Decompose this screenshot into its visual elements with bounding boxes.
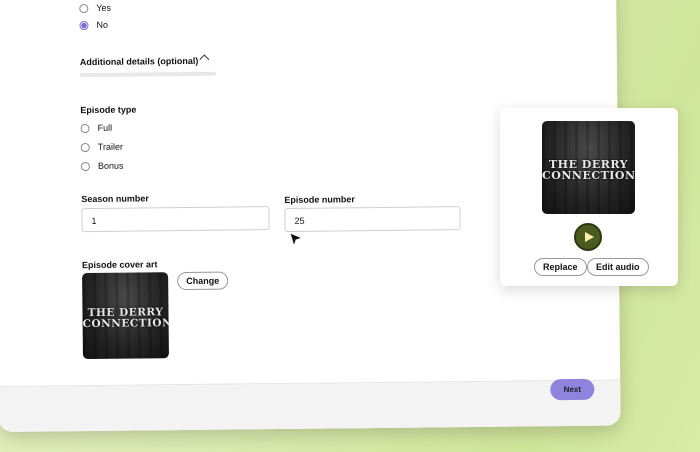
radio-label: Yes	[96, 2, 112, 13]
radio-label: No	[96, 19, 109, 30]
radio-option-yes[interactable]: Yes	[79, 3, 111, 13]
section-divider	[79, 71, 217, 78]
radio-option-bonus[interactable]: Bonus	[80, 160, 124, 171]
radio-option-trailer[interactable]: Trailer	[80, 141, 123, 152]
chevron-up-icon[interactable]	[199, 54, 210, 65]
radio-label: Full	[97, 122, 113, 133]
preview-cover-image: THE DERRY CONNECTION	[542, 121, 635, 214]
radio-option-no[interactable]: No	[79, 20, 108, 30]
cover-title-line2: CONNECTION	[82, 316, 169, 330]
radio-label: Bonus	[97, 160, 124, 171]
episode-number-label: Episode number	[284, 194, 355, 205]
play-button[interactable]	[574, 223, 602, 251]
mouse-cursor-icon	[289, 232, 303, 248]
radio-option-full[interactable]: Full	[80, 122, 113, 133]
radio-button[interactable]	[80, 142, 90, 152]
radio-button[interactable]	[80, 123, 90, 133]
edit-audio-button[interactable]: Edit audio	[587, 258, 649, 276]
radio-label: Trailer	[97, 141, 123, 152]
radio-button[interactable]	[79, 3, 89, 13]
additional-details-toggle[interactable]: Additional details (optional)	[80, 56, 199, 67]
replace-button[interactable]: Replace	[534, 258, 587, 276]
cover-art-label: Episode cover art	[81, 259, 158, 271]
radio-button[interactable]	[80, 161, 91, 171]
footer-bar	[0, 380, 621, 432]
episode-preview-card: THE DERRY CONNECTION Replace Edit audio	[500, 108, 678, 286]
episode-type-label: Episode type	[80, 104, 137, 116]
next-button[interactable]: Next	[550, 378, 595, 401]
season-number-input[interactable]: 1	[81, 206, 270, 233]
radio-button-selected[interactable]	[79, 20, 89, 30]
season-number-label: Season number	[81, 193, 149, 205]
play-icon	[585, 232, 594, 242]
cover-art-image: THE DERRY CONNECTION	[82, 272, 169, 360]
episode-number-input[interactable]: 25	[284, 206, 461, 232]
preview-title-line2: CONNECTION	[542, 169, 635, 182]
change-cover-button[interactable]: Change	[177, 271, 229, 291]
